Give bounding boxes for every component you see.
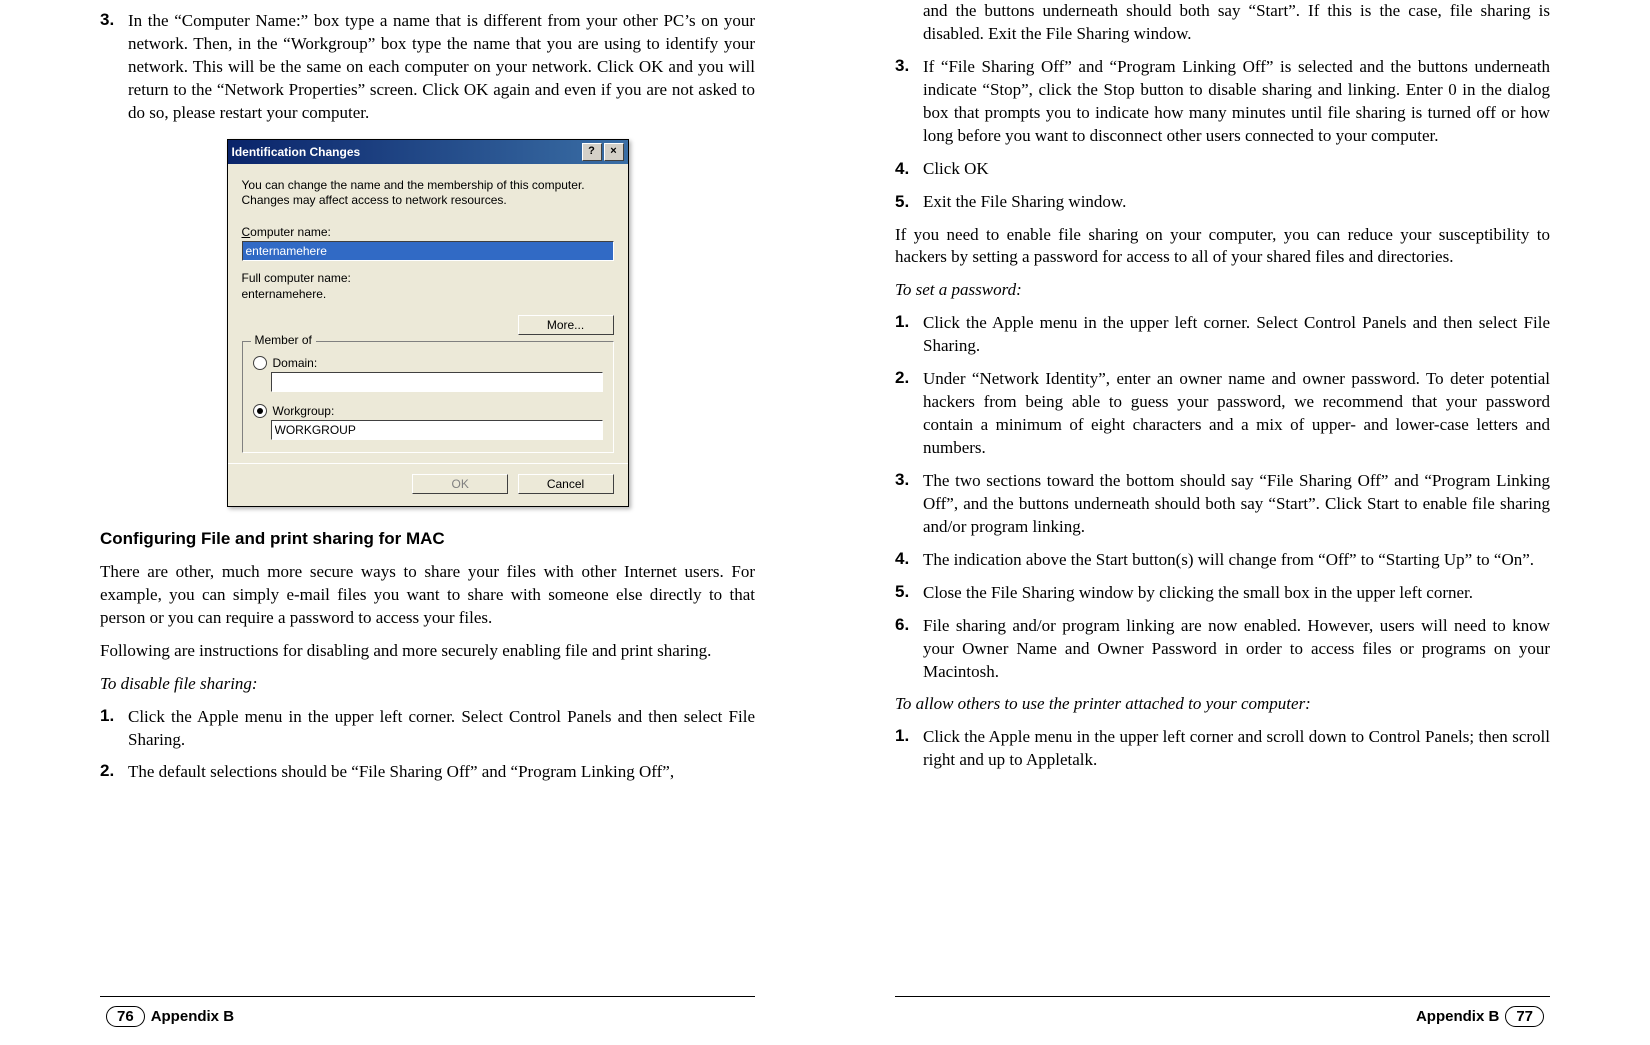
domain-radio-row[interactable]: Domain: bbox=[253, 356, 603, 370]
close-icon[interactable]: × bbox=[604, 143, 624, 161]
page-number: 76 bbox=[106, 1006, 145, 1027]
mac-paragraph-2: Following are instructions for disabling… bbox=[100, 640, 755, 663]
footer-right: Appendix B 77 bbox=[825, 1006, 1650, 1027]
cancel-button[interactable]: Cancel bbox=[518, 474, 614, 494]
pw-step-6: 6. File sharing and/or program linking a… bbox=[895, 615, 1550, 684]
step-number: 5. bbox=[895, 582, 923, 605]
right-step-4: 4.Click OK bbox=[895, 158, 1550, 181]
step-body: The two sections toward the bottom shoul… bbox=[923, 470, 1550, 539]
disable-file-sharing-label: To disable file sharing: bbox=[100, 673, 755, 696]
dialog-screenshot: Identification Changes ? × You can chang… bbox=[100, 139, 755, 507]
disable-step-1: 1. Click the Apple menu in the upper lef… bbox=[100, 706, 755, 752]
after-paragraph: If you need to enable file sharing on yo… bbox=[895, 224, 1550, 270]
step-body: Click the Apple menu in the upper left c… bbox=[923, 312, 1550, 358]
footer-label: Appendix B bbox=[151, 1008, 234, 1025]
member-of-legend: Member of bbox=[251, 333, 316, 347]
step-body: Close the File Sharing window by clickin… bbox=[923, 582, 1550, 605]
mac-paragraph-1: There are other, much more secure ways t… bbox=[100, 561, 755, 630]
member-of-group: Member of Domain: Workgroup: bbox=[242, 341, 614, 453]
step-number: 6. bbox=[895, 615, 923, 684]
computer-name-label: Computer name: bbox=[242, 225, 614, 239]
pw-step-5: 5. Close the File Sharing window by clic… bbox=[895, 582, 1550, 605]
step-number: 2. bbox=[100, 761, 128, 784]
step-number: 1. bbox=[100, 706, 128, 752]
domain-label: Domain: bbox=[273, 356, 318, 370]
full-name-label: Full computer name: bbox=[242, 271, 614, 285]
workgroup-radio-row[interactable]: Workgroup: bbox=[253, 404, 603, 418]
computer-name-input[interactable] bbox=[242, 241, 614, 261]
step-body: Click the Apple menu in the upper left c… bbox=[923, 726, 1550, 772]
identification-changes-dialog: Identification Changes ? × You can chang… bbox=[227, 139, 629, 507]
step-number: 2. bbox=[895, 368, 923, 460]
domain-input[interactable] bbox=[271, 372, 603, 392]
printer-label: To allow others to use the printer attac… bbox=[895, 693, 1550, 716]
step-number: 3. bbox=[895, 56, 923, 148]
dialog-button-row: OK Cancel bbox=[228, 463, 628, 506]
pw-step-4: 4. The indication above the Start button… bbox=[895, 549, 1550, 572]
ok-button[interactable]: OK bbox=[412, 474, 508, 494]
step-number: 3. bbox=[100, 10, 128, 125]
disable-step-2: 2. The default selections should be “Fil… bbox=[100, 761, 755, 784]
help-icon[interactable]: ? bbox=[582, 143, 602, 161]
domain-radio[interactable] bbox=[253, 356, 267, 370]
step-body: In the “Computer Name:” box type a name … bbox=[128, 10, 755, 125]
step-body: File sharing and/or program linking are … bbox=[923, 615, 1550, 684]
dialog-intro: You can change the name and the membersh… bbox=[242, 178, 614, 209]
dialog-title: Identification Changes bbox=[232, 145, 361, 159]
step-body: The indication above the Start button(s)… bbox=[923, 549, 1550, 572]
footer-label: Appendix B bbox=[1416, 1008, 1499, 1025]
mac-heading: Configuring File and print sharing for M… bbox=[100, 529, 755, 549]
workgroup-radio[interactable] bbox=[253, 404, 267, 418]
workgroup-label: Workgroup: bbox=[273, 404, 335, 418]
step-body: Under “Network Identity”, enter an owner… bbox=[923, 368, 1550, 460]
printer-step-1: 1. Click the Apple menu in the upper lef… bbox=[895, 726, 1550, 772]
dialog-titlebar: Identification Changes ? × bbox=[228, 140, 628, 164]
step-body: If “File Sharing Off” and “Program Linki… bbox=[923, 56, 1550, 148]
step-number: 4. bbox=[895, 549, 923, 572]
right-step-3: 3. If “File Sharing Off” and “Program Li… bbox=[895, 56, 1550, 148]
step-number: 1. bbox=[895, 312, 923, 358]
workgroup-input[interactable] bbox=[271, 420, 603, 440]
step-body: Click the Apple menu in the upper left c… bbox=[128, 706, 755, 752]
step-body: and the buttons underneath should both s… bbox=[923, 0, 1550, 46]
continuation-line: and the buttons underneath should both s… bbox=[895, 0, 1550, 46]
left-step-3: 3. In the “Computer Name:” box type a na… bbox=[100, 10, 755, 125]
full-name-value: enternamehere. bbox=[242, 287, 614, 301]
pw-step-1: 1. Click the Apple menu in the upper lef… bbox=[895, 312, 1550, 358]
step-number: 1. bbox=[895, 726, 923, 772]
step-number: 3. bbox=[895, 470, 923, 539]
more-button[interactable]: More... bbox=[518, 315, 614, 335]
pw-step-2: 2. Under “Network Identity”, enter an ow… bbox=[895, 368, 1550, 460]
page-number: 77 bbox=[1505, 1006, 1544, 1027]
page-76: 3. In the “Computer Name:” box type a na… bbox=[0, 0, 825, 1045]
footer-left: 76 Appendix B bbox=[0, 1006, 825, 1027]
right-step-5: 5.Exit the File Sharing window. bbox=[895, 191, 1550, 214]
page-77: and the buttons underneath should both s… bbox=[825, 0, 1650, 1045]
step-body: The default selections should be “File S… bbox=[128, 761, 755, 784]
set-password-label: To set a password: bbox=[895, 279, 1550, 302]
pw-step-3: 3. The two sections toward the bottom sh… bbox=[895, 470, 1550, 539]
